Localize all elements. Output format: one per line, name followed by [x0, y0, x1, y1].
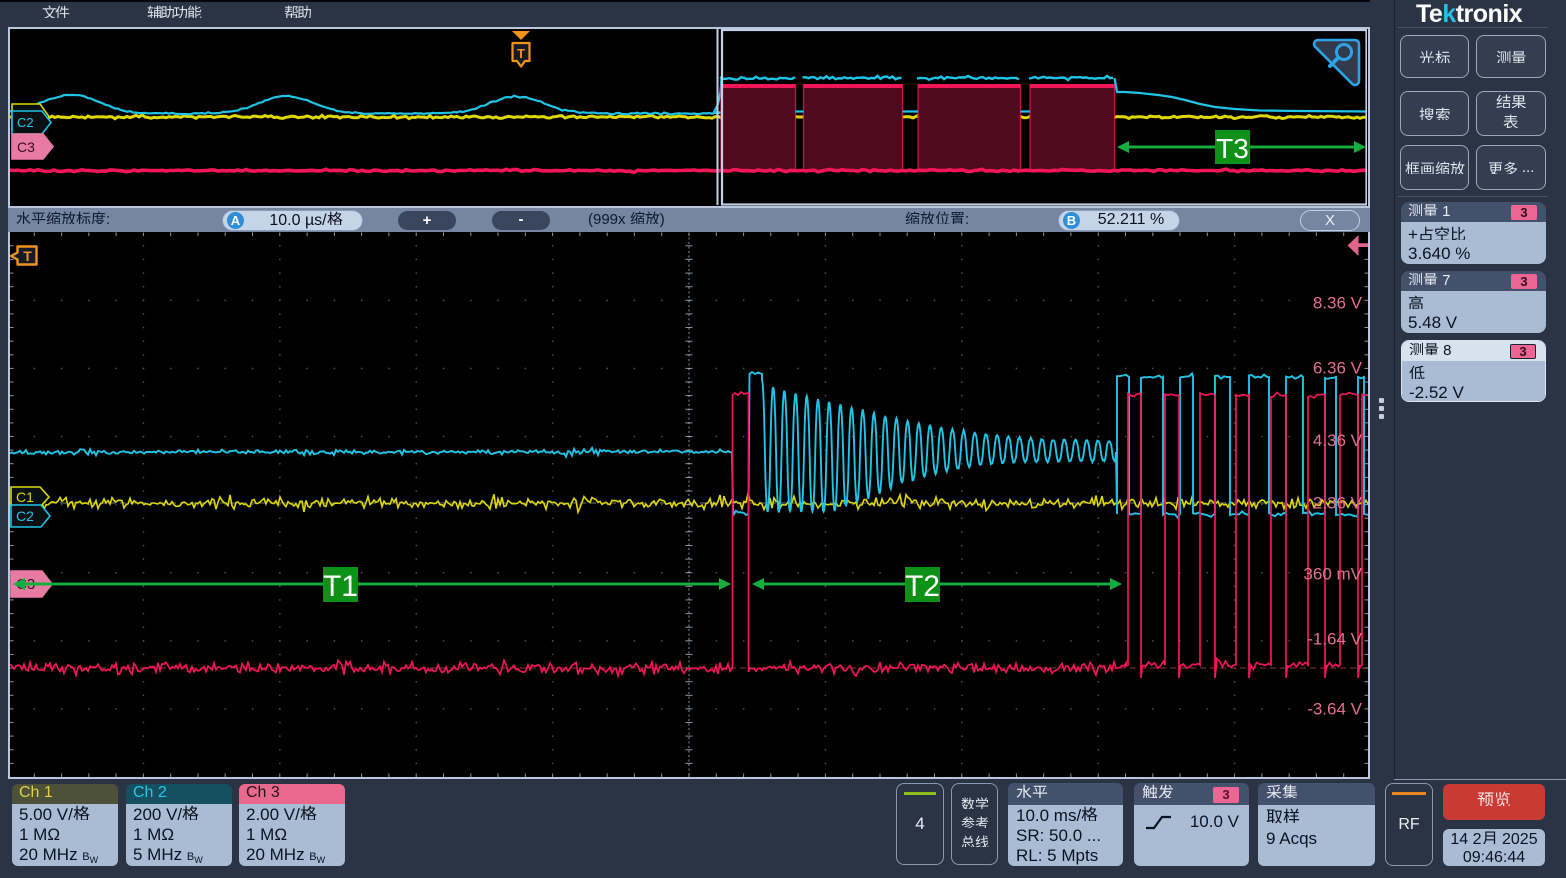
- svg-text:C3: C3: [17, 139, 35, 155]
- svg-text:T: T: [23, 248, 32, 264]
- svg-text:T: T: [517, 46, 525, 61]
- svg-text:6.36 V: 6.36 V: [1313, 359, 1363, 378]
- svg-text:C2: C2: [16, 508, 34, 524]
- svg-text:C2: C2: [17, 115, 34, 130]
- svg-text:2.36 V: 2.36 V: [1313, 494, 1363, 513]
- svg-text:-1.64 V: -1.64 V: [1307, 630, 1362, 649]
- svg-text:T3: T3: [1216, 133, 1249, 164]
- svg-text:8.36 V: 8.36 V: [1313, 294, 1363, 313]
- svg-text:C1: C1: [16, 489, 34, 505]
- svg-text:T2: T2: [905, 570, 940, 603]
- svg-text:-3.64 V: -3.64 V: [1307, 700, 1362, 719]
- svg-text:T1: T1: [323, 570, 358, 603]
- svg-text:360 mV: 360 mV: [1303, 565, 1362, 584]
- svg-text:4.36 V: 4.36 V: [1313, 431, 1363, 450]
